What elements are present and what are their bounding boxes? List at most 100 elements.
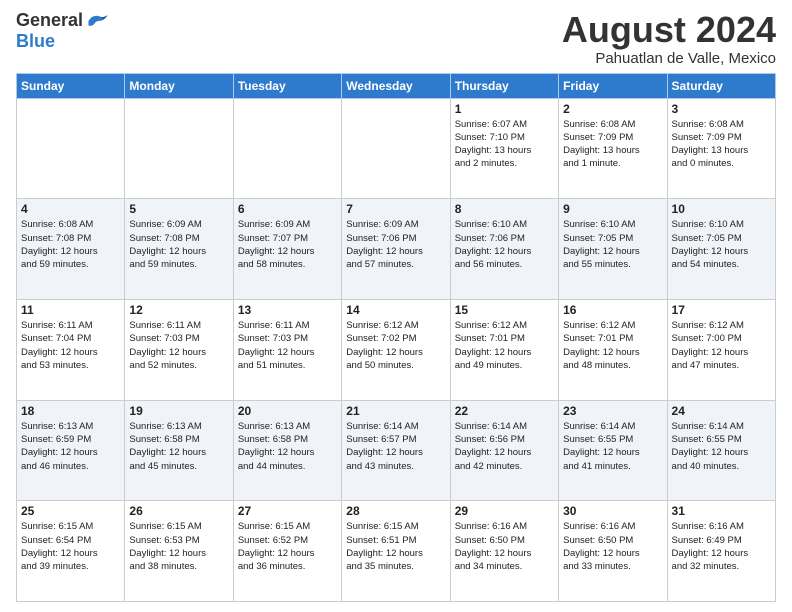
week-row-1: 1 Sunrise: 6:07 AM Sunset: 7:10 PM Daylig…	[17, 98, 776, 199]
day-number: 26	[129, 504, 228, 518]
day-info: Sunrise: 6:13 AM Sunset: 6:58 PM Dayligh…	[238, 420, 337, 473]
calendar-cell: 24 Sunrise: 6:14 AM Sunset: 6:55 PM Dayli…	[667, 400, 775, 501]
week-row-5: 25Sunrise: 6:15 AM Sunset: 6:54 PM Dayli…	[17, 501, 776, 602]
calendar-cell: 25Sunrise: 6:15 AM Sunset: 6:54 PM Dayli…	[17, 501, 125, 602]
calendar-cell: 6Sunrise: 6:09 AM Sunset: 7:07 PM Daylig…	[233, 199, 341, 300]
day-info: Sunrise: 6:12 AM Sunset: 7:00 PM Dayligh…	[672, 319, 771, 372]
day-info: Sunrise: 6:14 AM Sunset: 6:57 PM Dayligh…	[346, 420, 445, 473]
calendar-cell: 2Sunrise: 6:08 AM Sunset: 7:09 PM Daylig…	[559, 98, 667, 199]
calendar-cell: 12 Sunrise: 6:11 AM Sunset: 7:03 PM Dayli…	[125, 299, 233, 400]
calendar-cell: 23 Sunrise: 6:14 AM Sunset: 6:55 PM Dayli…	[559, 400, 667, 501]
calendar-cell: 8 Sunrise: 6:10 AM Sunset: 7:06 PM Daylig…	[450, 199, 558, 300]
day-number: 31	[672, 504, 771, 518]
calendar-cell: 16 Sunrise: 6:12 AM Sunset: 7:01 PM Dayli…	[559, 299, 667, 400]
calendar-cell	[342, 98, 450, 199]
calendar-cell: 5 Sunrise: 6:09 AM Sunset: 7:08 PM Daylig…	[125, 199, 233, 300]
day-info: Sunrise: 6:09 AM Sunset: 7:06 PM Dayligh…	[346, 218, 445, 271]
calendar-cell	[17, 98, 125, 199]
day-info: Sunrise: 6:12 AM Sunset: 7:02 PM Dayligh…	[346, 319, 445, 372]
header: General Blue August 2024 Pahuatlan de Va…	[16, 10, 776, 67]
day-info: Sunrise: 6:10 AM Sunset: 7:06 PM Dayligh…	[455, 218, 554, 271]
day-info: Sunrise: 6:10 AM Sunset: 7:05 PM Dayligh…	[563, 218, 662, 271]
day-info: Sunrise: 6:12 AM Sunset: 7:01 PM Dayligh…	[455, 319, 554, 372]
day-info: Sunrise: 6:12 AM Sunset: 7:01 PM Dayligh…	[563, 319, 662, 372]
calendar-cell: 14 Sunrise: 6:12 AM Sunset: 7:02 PM Dayli…	[342, 299, 450, 400]
logo: General Blue	[16, 10, 109, 52]
calendar-cell: 11 Sunrise: 6:11 AM Sunset: 7:04 PM Dayli…	[17, 299, 125, 400]
day-info: Sunrise: 6:14 AM Sunset: 6:56 PM Dayligh…	[455, 420, 554, 473]
day-number: 7	[346, 202, 445, 216]
day-number: 21	[346, 404, 445, 418]
header-monday: Monday	[125, 73, 233, 98]
calendar-cell: 28 Sunrise: 6:15 AM Sunset: 6:51 PM Dayli…	[342, 501, 450, 602]
day-number: 14	[346, 303, 445, 317]
day-number: 24	[672, 404, 771, 418]
day-number: 11	[21, 303, 120, 317]
day-number: 19	[129, 404, 228, 418]
day-info: Sunrise: 6:09 AM Sunset: 7:07 PM Dayligh…	[238, 218, 337, 271]
week-row-4: 18 Sunrise: 6:13 AM Sunset: 6:59 PM Dayli…	[17, 400, 776, 501]
logo-blue-text: Blue	[16, 31, 55, 52]
day-info: Sunrise: 6:16 AM Sunset: 6:50 PM Dayligh…	[455, 520, 554, 573]
header-wednesday: Wednesday	[342, 73, 450, 98]
day-number: 30	[563, 504, 662, 518]
calendar-cell: 29 Sunrise: 6:16 AM Sunset: 6:50 PM Dayli…	[450, 501, 558, 602]
day-info: Sunrise: 6:09 AM Sunset: 7:08 PM Dayligh…	[129, 218, 228, 271]
header-friday: Friday	[559, 73, 667, 98]
day-info: Sunrise: 6:11 AM Sunset: 7:03 PM Dayligh…	[129, 319, 228, 372]
day-number: 10	[672, 202, 771, 216]
calendar-cell: 7 Sunrise: 6:09 AM Sunset: 7:06 PM Daylig…	[342, 199, 450, 300]
week-row-2: 4 Sunrise: 6:08 AM Sunset: 7:08 PM Daylig…	[17, 199, 776, 300]
calendar-cell: 27 Sunrise: 6:15 AM Sunset: 6:52 PM Dayli…	[233, 501, 341, 602]
calendar-cell: 15 Sunrise: 6:12 AM Sunset: 7:01 PM Dayli…	[450, 299, 558, 400]
calendar-cell: 3Sunrise: 6:08 AM Sunset: 7:09 PM Daylig…	[667, 98, 775, 199]
day-number: 5	[129, 202, 228, 216]
calendar-cell: 21 Sunrise: 6:14 AM Sunset: 6:57 PM Dayli…	[342, 400, 450, 501]
day-number: 12	[129, 303, 228, 317]
header-sunday: Sunday	[17, 73, 125, 98]
day-number: 27	[238, 504, 337, 518]
day-info: Sunrise: 6:14 AM Sunset: 6:55 PM Dayligh…	[672, 420, 771, 473]
day-info: Sunrise: 6:11 AM Sunset: 7:03 PM Dayligh…	[238, 319, 337, 372]
day-number: 29	[455, 504, 554, 518]
day-number: 20	[238, 404, 337, 418]
day-info: Sunrise: 6:11 AM Sunset: 7:04 PM Dayligh…	[21, 319, 120, 372]
day-number: 22	[455, 404, 554, 418]
day-number: 15	[455, 303, 554, 317]
page: General Blue August 2024 Pahuatlan de Va…	[0, 0, 792, 612]
day-info: Sunrise: 6:13 AM Sunset: 6:58 PM Dayligh…	[129, 420, 228, 473]
day-number: 18	[21, 404, 120, 418]
calendar-cell: 22 Sunrise: 6:14 AM Sunset: 6:56 PM Dayli…	[450, 400, 558, 501]
subtitle: Pahuatlan de Valle, Mexico	[562, 50, 776, 67]
calendar-cell: 18 Sunrise: 6:13 AM Sunset: 6:59 PM Dayli…	[17, 400, 125, 501]
day-number: 16	[563, 303, 662, 317]
calendar-cell: 13Sunrise: 6:11 AM Sunset: 7:03 PM Dayli…	[233, 299, 341, 400]
day-info: Sunrise: 6:15 AM Sunset: 6:51 PM Dayligh…	[346, 520, 445, 573]
day-info: Sunrise: 6:15 AM Sunset: 6:52 PM Dayligh…	[238, 520, 337, 573]
day-info: Sunrise: 6:15 AM Sunset: 6:53 PM Dayligh…	[129, 520, 228, 573]
day-info: Sunrise: 6:13 AM Sunset: 6:59 PM Dayligh…	[21, 420, 120, 473]
day-info: Sunrise: 6:14 AM Sunset: 6:55 PM Dayligh…	[563, 420, 662, 473]
day-number: 9	[563, 202, 662, 216]
day-number: 25	[21, 504, 120, 518]
calendar-cell: 31Sunrise: 6:16 AM Sunset: 6:49 PM Dayli…	[667, 501, 775, 602]
day-number: 28	[346, 504, 445, 518]
calendar-cell: 26 Sunrise: 6:15 AM Sunset: 6:53 PM Dayli…	[125, 501, 233, 602]
day-info: Sunrise: 6:08 AM Sunset: 7:09 PM Dayligh…	[563, 118, 662, 171]
day-number: 8	[455, 202, 554, 216]
day-info: Sunrise: 6:08 AM Sunset: 7:08 PM Dayligh…	[21, 218, 120, 271]
calendar-cell	[233, 98, 341, 199]
day-number: 4	[21, 202, 120, 216]
day-number: 1	[455, 102, 554, 116]
calendar-cell: 20 Sunrise: 6:13 AM Sunset: 6:58 PM Dayli…	[233, 400, 341, 501]
day-info: Sunrise: 6:07 AM Sunset: 7:10 PM Dayligh…	[455, 118, 554, 171]
calendar-cell: 4 Sunrise: 6:08 AM Sunset: 7:08 PM Daylig…	[17, 199, 125, 300]
logo-general-text: General	[16, 10, 83, 31]
main-title: August 2024	[562, 10, 776, 50]
header-saturday: Saturday	[667, 73, 775, 98]
header-tuesday: Tuesday	[233, 73, 341, 98]
calendar-cell: 1 Sunrise: 6:07 AM Sunset: 7:10 PM Daylig…	[450, 98, 558, 199]
day-number: 23	[563, 404, 662, 418]
calendar-cell: 17Sunrise: 6:12 AM Sunset: 7:00 PM Dayli…	[667, 299, 775, 400]
week-row-3: 11 Sunrise: 6:11 AM Sunset: 7:04 PM Dayli…	[17, 299, 776, 400]
